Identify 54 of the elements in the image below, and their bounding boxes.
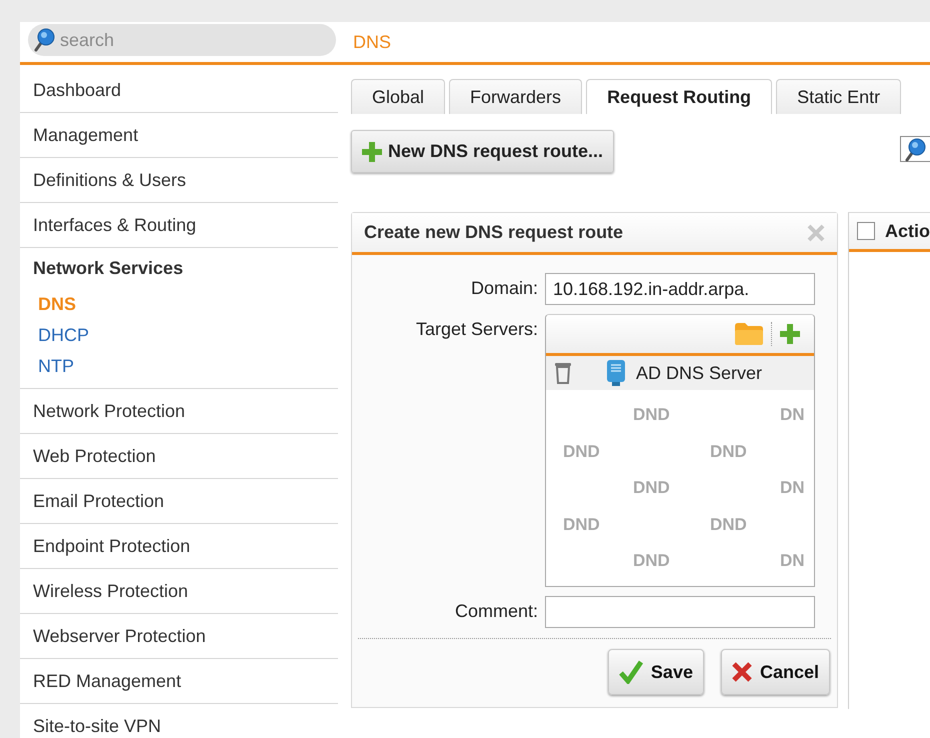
cancel-button[interactable]: Cancel <box>720 649 830 695</box>
sidebar-item[interactable]: Wireless Protection <box>20 569 338 614</box>
field-label: Domain: <box>470 277 538 300</box>
drop-hint: DN <box>780 551 806 571</box>
sidebar-item[interactable]: Endpoint Protection <box>20 524 338 569</box>
search-icon <box>905 138 927 162</box>
sidebar-subitem[interactable]: DHCP <box>20 320 338 351</box>
sidebar-group[interactable]: Network Services <box>20 248 338 289</box>
sidebar-item[interactable]: Interfaces & Routing <box>20 203 338 248</box>
new-route-button[interactable]: New DNS request route... <box>351 130 614 173</box>
sidebar-item[interactable]: Web Protection <box>20 434 338 479</box>
search-button[interactable] <box>900 136 930 162</box>
checkbox[interactable] <box>857 222 875 240</box>
sidebar-item[interactable]: Network Protection <box>20 389 338 434</box>
drop-hint: DND <box>633 405 671 425</box>
sidebar-item[interactable]: Dashboard <box>20 68 338 113</box>
sidebar-item[interactable]: Webserver Protection <box>20 614 338 659</box>
server-icon <box>606 360 626 386</box>
sidebar-item[interactable]: RED Management <box>20 659 338 704</box>
drop-hint: DND <box>563 514 601 534</box>
close-icon[interactable] <box>807 224 825 242</box>
plus-icon <box>362 142 382 162</box>
search-field[interactable]: search <box>28 24 336 56</box>
sidebar-item[interactable]: Site-to-site VPN <box>20 704 338 738</box>
text-field[interactable] <box>545 596 815 628</box>
column-header: Actio <box>885 220 930 242</box>
drop-hint: DND <box>633 551 671 571</box>
field-label: Target Servers: <box>414 318 538 341</box>
sidebar-item[interactable]: Email Protection <box>20 479 338 524</box>
page-title: DNS <box>353 32 392 53</box>
drop-hint: DND <box>710 514 748 534</box>
field-label: Comment: <box>454 600 538 623</box>
folder-icon[interactable] <box>735 323 763 345</box>
check-icon <box>618 660 643 684</box>
tab[interactable]: Forwarders <box>449 79 582 114</box>
cross-icon <box>732 662 752 682</box>
search-icon <box>34 28 56 52</box>
sidebar-item[interactable]: Management <box>20 113 338 158</box>
drop-hint: DN <box>780 478 806 498</box>
sidebar-item[interactable]: Definitions & Users <box>20 158 338 203</box>
drop-hint: DN <box>780 405 806 425</box>
text-field[interactable]: 10.168.192.in-addr.arpa. <box>545 273 815 305</box>
drop-hint: DND <box>710 442 748 462</box>
drop-hint: DND <box>563 442 601 462</box>
plus-icon[interactable] <box>780 324 800 344</box>
sidebar-subitem[interactable]: NTP <box>20 351 338 382</box>
trash-icon[interactable] <box>554 361 572 385</box>
dialog-title: Create new DNS request route <box>364 222 624 243</box>
drop-hint: DND <box>633 478 671 498</box>
tab[interactable]: Global <box>351 79 446 114</box>
tab[interactable]: Request Routing <box>586 79 772 114</box>
save-button[interactable]: Save <box>608 649 704 695</box>
server-name: AD DNS Server <box>636 362 762 384</box>
tab[interactable]: Static Entr <box>776 79 902 114</box>
